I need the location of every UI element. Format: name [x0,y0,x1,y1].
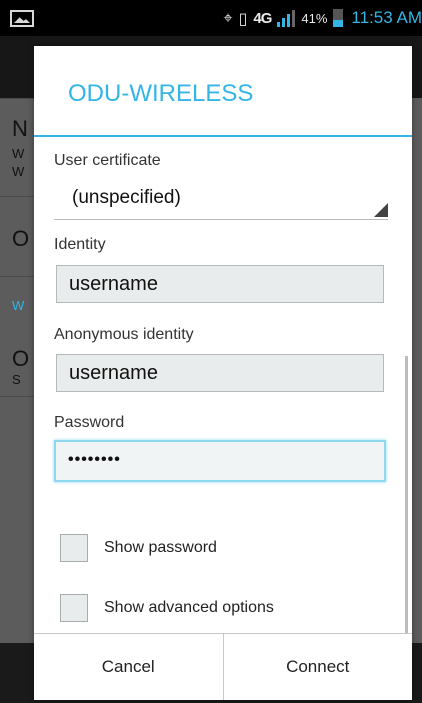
dropdown-arrow-icon [374,203,388,217]
clock: 11:53 AM [351,8,422,27]
show-password-option[interactable]: Show password [60,531,217,565]
password-field[interactable]: •••••••• [54,440,386,482]
anonymous-identity-field[interactable]: username [56,354,384,392]
gallery-notification-icon [10,10,34,27]
signal-icon [277,9,296,27]
user-certificate-label: User certificate [54,152,161,169]
dialog-title: ODU-WIRELESS [68,80,254,107]
status-bar: ⌖ ▯ 4G 41% 11:53 AM [0,0,422,36]
show-advanced-checkbox[interactable] [60,594,88,622]
password-label: Password [54,414,125,431]
dialog-scrollbar[interactable] [405,356,408,636]
show-advanced-label: Show advanced options [104,599,274,616]
user-certificate-value: (unspecified) [72,187,181,208]
show-password-checkbox[interactable] [60,534,88,562]
status-icons: ⌖ ▯ 4G 41% 11:53 AM [224,0,422,36]
nfc-icon: ▯ [238,8,248,28]
identity-label: Identity [54,236,106,253]
dialog-button-bar: Cancel Connect [34,633,412,700]
battery-icon [333,9,344,27]
title-divider [34,135,412,137]
connect-button[interactable]: Connect [222,634,412,700]
user-certificate-spinner[interactable]: (unspecified) [54,181,388,220]
battery-percent: 41% [301,10,328,26]
identity-field[interactable]: username [56,265,384,303]
lte-icon: 4G [253,9,272,27]
wifi-connect-dialog: ODU-WIRELESS User certificate (unspecifi… [34,46,412,700]
cancel-button[interactable]: Cancel [34,634,223,700]
show-password-label: Show password [104,539,217,556]
show-advanced-option[interactable]: Show advanced options [60,591,274,625]
location-icon: ⌖ [223,8,233,27]
anonymous-identity-label: Anonymous identity [54,326,194,343]
